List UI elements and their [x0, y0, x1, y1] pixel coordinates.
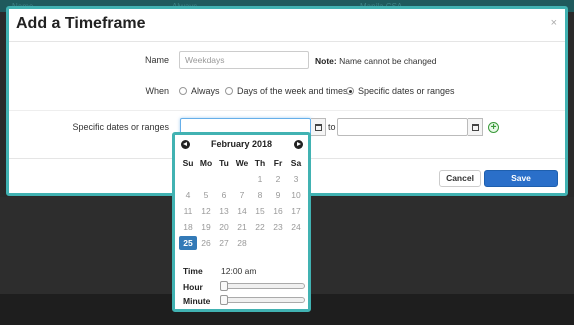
start-calendar-button[interactable] — [311, 118, 326, 136]
note-text: Name cannot be changed — [336, 56, 437, 66]
day-cell[interactable]: 15 — [251, 204, 269, 218]
day-cell[interactable]: 12 — [197, 204, 215, 218]
radio-specific-dates[interactable]: Specific dates or ranges — [346, 86, 455, 96]
day-cell[interactable]: 3 — [287, 172, 305, 186]
picker-header: February 2018 — [175, 139, 308, 153]
minute-label: Minute — [183, 296, 211, 306]
time-label: Time — [183, 266, 203, 276]
next-month-icon[interactable] — [294, 140, 303, 149]
prev-month-icon[interactable] — [181, 140, 190, 149]
radio-circle[interactable] — [225, 87, 233, 95]
radio-always[interactable]: Always — [179, 86, 220, 96]
name-note: Note: Name cannot be changed — [315, 56, 436, 66]
hour-slider-handle[interactable] — [220, 281, 228, 291]
day-cell[interactable]: 4 — [179, 188, 197, 202]
hour-label: Hour — [183, 282, 203, 292]
cancel-button[interactable]: Cancel — [439, 170, 481, 187]
day-cell[interactable]: 20 — [215, 220, 233, 234]
time-value: 12:00 am — [221, 266, 257, 276]
radio-circle[interactable] — [179, 87, 187, 95]
weekday-header: Mo — [199, 158, 213, 168]
day-cell[interactable]: 27 — [215, 236, 233, 250]
day-cell[interactable]: 1 — [251, 172, 269, 186]
when-label: When — [145, 86, 169, 96]
day-cell[interactable]: 18 — [179, 220, 197, 234]
close-icon[interactable]: × — [551, 17, 557, 29]
day-cell[interactable]: 23 — [269, 220, 287, 234]
note-bold: Note: — [315, 56, 337, 66]
calendar-icon — [314, 123, 322, 131]
name-label: Name — [144, 55, 169, 65]
radio-label: Always — [191, 86, 220, 96]
minute-slider[interactable] — [220, 295, 305, 305]
day-cell[interactable]: 7 — [233, 188, 251, 202]
add-range-icon[interactable]: + — [488, 122, 499, 133]
day-cell[interactable]: 22 — [251, 220, 269, 234]
day-cell[interactable]: 2 — [269, 172, 287, 186]
day-cell-selected[interactable]: 25 — [179, 236, 197, 250]
weekday-header: Su — [182, 158, 194, 168]
to-label: to — [328, 122, 336, 132]
day-cell[interactable]: 8 — [251, 188, 269, 202]
day-cell[interactable]: 19 — [197, 220, 215, 234]
weekday-header: Tu — [219, 158, 229, 168]
radio-days-of-week[interactable]: Days of the week and times — [225, 86, 348, 96]
weekday-header: Sa — [290, 158, 302, 168]
day-cell[interactable]: 16 — [269, 204, 287, 218]
radio-circle-selected[interactable] — [346, 87, 354, 95]
save-button[interactable]: Save — [484, 170, 558, 187]
hour-slider[interactable] — [220, 281, 305, 291]
day-cell[interactable]: 6 — [215, 188, 233, 202]
day-cell[interactable]: 21 — [233, 220, 251, 234]
divider — [9, 110, 565, 111]
day-cell[interactable]: 13 — [215, 204, 233, 218]
day-cell[interactable]: 28 — [233, 236, 251, 250]
weekday-header: Fr — [273, 158, 283, 168]
day-cell[interactable]: 10 — [287, 188, 305, 202]
dialog-header: Add a Timeframe × — [9, 9, 565, 42]
weekday-header: We — [235, 158, 249, 168]
day-cell[interactable]: 17 — [287, 204, 305, 218]
calendar-icon — [471, 123, 479, 131]
name-field[interactable] — [179, 51, 309, 69]
specific-dates-label: Specific dates or ranges — [72, 122, 169, 132]
day-cell[interactable]: 26 — [197, 236, 215, 250]
datetime-picker: February 2018 Su Mo Tu We Th Fr Sa 1 2 3 4 5 6 7 8 9 10 1… — [172, 132, 311, 312]
end-calendar-button[interactable] — [468, 118, 483, 136]
day-cell[interactable]: 24 — [287, 220, 305, 234]
month-title: February 2018 — [210, 139, 273, 149]
radio-label: Specific dates or ranges — [358, 86, 455, 96]
day-cell[interactable]: 5 — [197, 188, 215, 202]
minute-slider-handle[interactable] — [220, 295, 228, 305]
day-cell[interactable]: 9 — [269, 188, 287, 202]
end-date-input[interactable] — [337, 118, 468, 136]
weekday-header: Th — [254, 158, 266, 168]
day-cell[interactable]: 14 — [233, 204, 251, 218]
day-cell[interactable]: 11 — [179, 204, 197, 218]
radio-label: Days of the week and times — [237, 86, 348, 96]
dialog-title: Add a Timeframe — [16, 15, 146, 32]
